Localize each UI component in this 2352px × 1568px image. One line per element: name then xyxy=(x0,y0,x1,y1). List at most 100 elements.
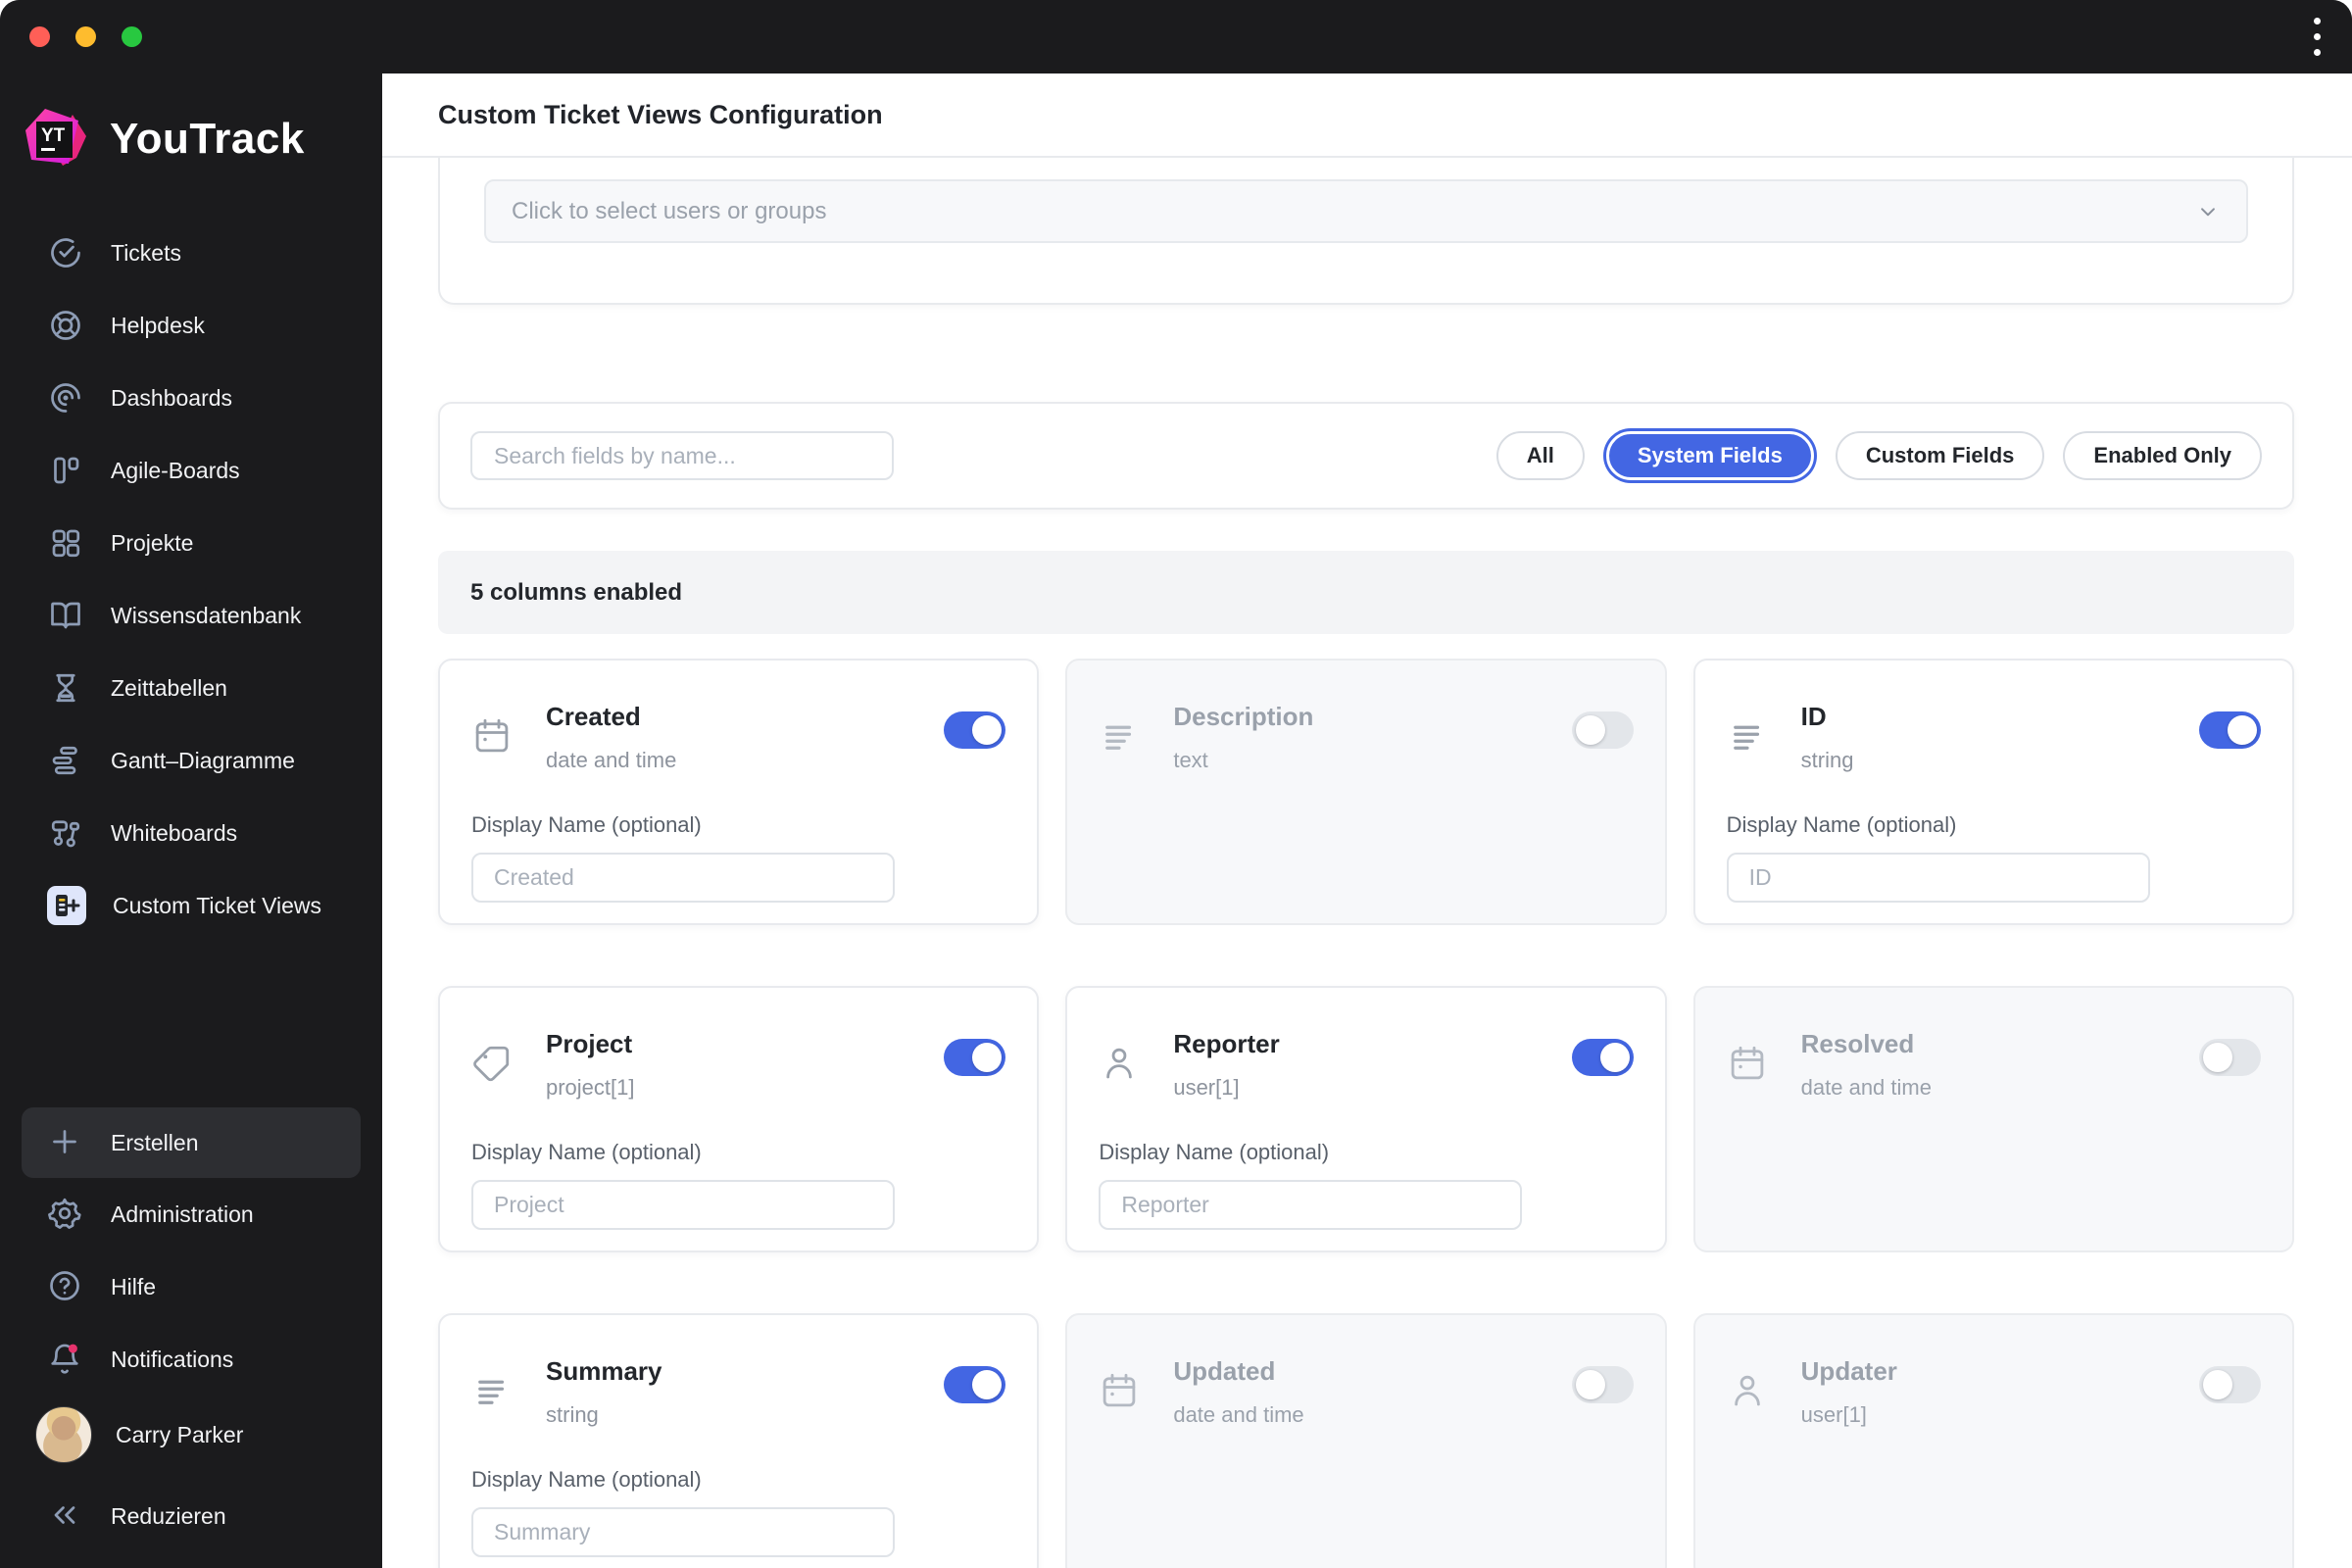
zoom-window-button[interactable] xyxy=(122,26,142,47)
kebab-menu-icon[interactable] xyxy=(2308,12,2327,62)
user-icon xyxy=(1727,1370,1768,1411)
close-window-button[interactable] xyxy=(29,26,50,47)
sidebar-item-label: Agile-Boards xyxy=(111,457,240,483)
display-name-label: Display Name (optional) xyxy=(1726,812,1957,837)
user-icon xyxy=(1099,1043,1140,1084)
sidebar-item-label: Tickets xyxy=(111,239,181,266)
field-toggle-id[interactable] xyxy=(2198,711,2261,749)
app-window: YT YouTrack Tickets Helpdesk Dashboards … xyxy=(0,0,2352,1568)
field-title: Resolved xyxy=(1800,1029,1915,1058)
field-title: Description xyxy=(1173,702,1314,731)
users-groups-select-placeholder: Click to select users or groups xyxy=(512,197,827,224)
collapse-sidebar-button[interactable]: Reduzieren xyxy=(0,1480,382,1552)
gauge-spiral-icon xyxy=(47,379,84,416)
field-type: string xyxy=(1800,748,1854,772)
filter-all-button[interactable]: All xyxy=(1495,431,1585,480)
field-toggle-resolved[interactable] xyxy=(2198,1039,2261,1076)
sidebar-item-label: Wissensdatenbank xyxy=(111,602,302,628)
visibility-card: Click to select users or groups xyxy=(438,158,2294,305)
minimize-window-button[interactable] xyxy=(75,26,96,47)
field-type: date and time xyxy=(1800,1075,1932,1100)
calendar-icon xyxy=(471,715,513,757)
filter-buttons: All System Fields Custom Fields Enabled … xyxy=(1495,431,2262,480)
sidebar-item-label: Gantt–Diagramme xyxy=(111,747,295,773)
text-lines-icon xyxy=(471,1370,513,1411)
sidebar-item-projekte[interactable]: Projekte xyxy=(0,507,382,579)
sidebar-nav: Tickets Helpdesk Dashboards Agile-Boards… xyxy=(0,217,382,942)
text-lines-icon xyxy=(1099,715,1140,757)
sidebar-item-hilfe[interactable]: Hilfe xyxy=(0,1250,382,1323)
display-name-input-summary[interactable] xyxy=(471,1507,895,1557)
field-type: text xyxy=(1173,748,1208,772)
sidebar-item-tickets[interactable]: Tickets xyxy=(0,217,382,289)
calendar-icon xyxy=(1099,1370,1140,1411)
field-type: date and time xyxy=(546,748,677,772)
field-toggle-project[interactable] xyxy=(944,1039,1006,1076)
collapse-label: Reduzieren xyxy=(111,1502,226,1529)
field-toggle-reporter[interactable] xyxy=(1571,1039,1634,1076)
sidebar-item-dashboards[interactable]: Dashboards xyxy=(0,362,382,434)
youtrack-logo-icon: YT xyxy=(24,107,88,172)
users-groups-select[interactable]: Click to select users or groups xyxy=(484,179,2248,243)
filter-system-fields-button[interactable]: System Fields xyxy=(1605,431,1814,480)
create-button[interactable]: Erstellen xyxy=(22,1107,361,1178)
field-card-updater: Updater user[1] xyxy=(1692,1313,2294,1568)
field-type: string xyxy=(546,1402,599,1427)
sidebar-item-notifications[interactable]: Notifications xyxy=(0,1323,382,1396)
field-toggle-updated[interactable] xyxy=(1571,1366,1634,1403)
display-name-input-project[interactable] xyxy=(471,1180,895,1230)
field-card-reporter: Reporter user[1] Display Name (optional) xyxy=(1065,986,1667,1252)
field-title: Created xyxy=(546,702,641,731)
field-card-summary: Summary string Display Name (optional) xyxy=(438,1313,1040,1568)
filter-custom-fields-button[interactable]: Custom Fields xyxy=(1835,431,2045,480)
field-toggle-updater[interactable] xyxy=(2198,1366,2261,1403)
field-type: user[1] xyxy=(1173,1075,1240,1100)
field-title: Updater xyxy=(1800,1356,1897,1386)
display-name-input-created[interactable] xyxy=(471,853,895,903)
sidebar-item-label: Zeittabellen xyxy=(111,674,227,701)
page-header: Custom Ticket Views Configuration xyxy=(382,74,2352,158)
check-circle-icon xyxy=(47,234,84,271)
sidebar-item-agile-boards[interactable]: Agile-Boards xyxy=(0,434,382,507)
field-toggle-created[interactable] xyxy=(944,711,1006,749)
sidebar-item-administration[interactable]: Administration xyxy=(0,1178,382,1250)
grid-icon xyxy=(47,524,84,562)
display-name-input-id[interactable] xyxy=(1726,853,2150,903)
sidebar-item-label: Notifications xyxy=(111,1346,234,1372)
columns-summary-text: 5 columns enabled xyxy=(470,578,683,606)
sidebar-item-helpdesk[interactable]: Helpdesk xyxy=(0,289,382,362)
page-content: Click to select users or groups All Syst… xyxy=(382,158,2352,1568)
bell-icon xyxy=(47,1341,84,1378)
sidebar-item-label: Whiteboards xyxy=(111,819,238,846)
field-card-resolved: Resolved date and time xyxy=(1692,986,2294,1252)
tag-icon xyxy=(471,1043,513,1084)
display-name-label: Display Name (optional) xyxy=(471,812,702,837)
book-open-icon xyxy=(47,597,84,634)
sidebar-item-label: Custom Ticket Views xyxy=(113,892,322,918)
filter-enabled-only-button[interactable]: Enabled Only xyxy=(2063,431,2262,480)
sidebar-item-label: Helpdesk xyxy=(111,312,205,338)
custom-ticket-views-icon xyxy=(47,886,86,925)
sidebar-item-custom-ticket-views[interactable]: Custom Ticket Views xyxy=(0,869,382,942)
sidebar-item-zeittabellen[interactable]: Zeittabellen xyxy=(0,652,382,724)
display-name-input-reporter[interactable] xyxy=(1099,1180,1523,1230)
field-filter-bar: All System Fields Custom Fields Enabled … xyxy=(438,402,2294,510)
columns-summary-bar: 5 columns enabled xyxy=(438,551,2294,634)
field-title: Reporter xyxy=(1173,1029,1280,1058)
sidebar-item-wissensdatenbank[interactable]: Wissensdatenbank xyxy=(0,579,382,652)
search-input[interactable] xyxy=(470,431,894,480)
field-title: Updated xyxy=(1173,1356,1276,1386)
flowchart-icon xyxy=(47,814,84,852)
sidebar-item-gantt-diagramme[interactable]: Gantt–Diagramme xyxy=(0,724,382,797)
field-card-description: Description text xyxy=(1065,659,1667,925)
youtrack-logo: YT YouTrack xyxy=(24,107,382,172)
sidebar-item-label: Dashboards xyxy=(111,384,233,411)
create-button-label: Erstellen xyxy=(111,1129,199,1155)
field-toggle-description[interactable] xyxy=(1571,711,1634,749)
sidebar-item-whiteboards[interactable]: Whiteboards xyxy=(0,797,382,869)
gear-icon xyxy=(47,1196,84,1233)
field-toggle-summary[interactable] xyxy=(944,1366,1006,1403)
traffic-lights xyxy=(29,26,142,47)
user-profile[interactable]: Carry Parker xyxy=(0,1396,382,1474)
chevron-down-icon xyxy=(2195,199,2221,224)
